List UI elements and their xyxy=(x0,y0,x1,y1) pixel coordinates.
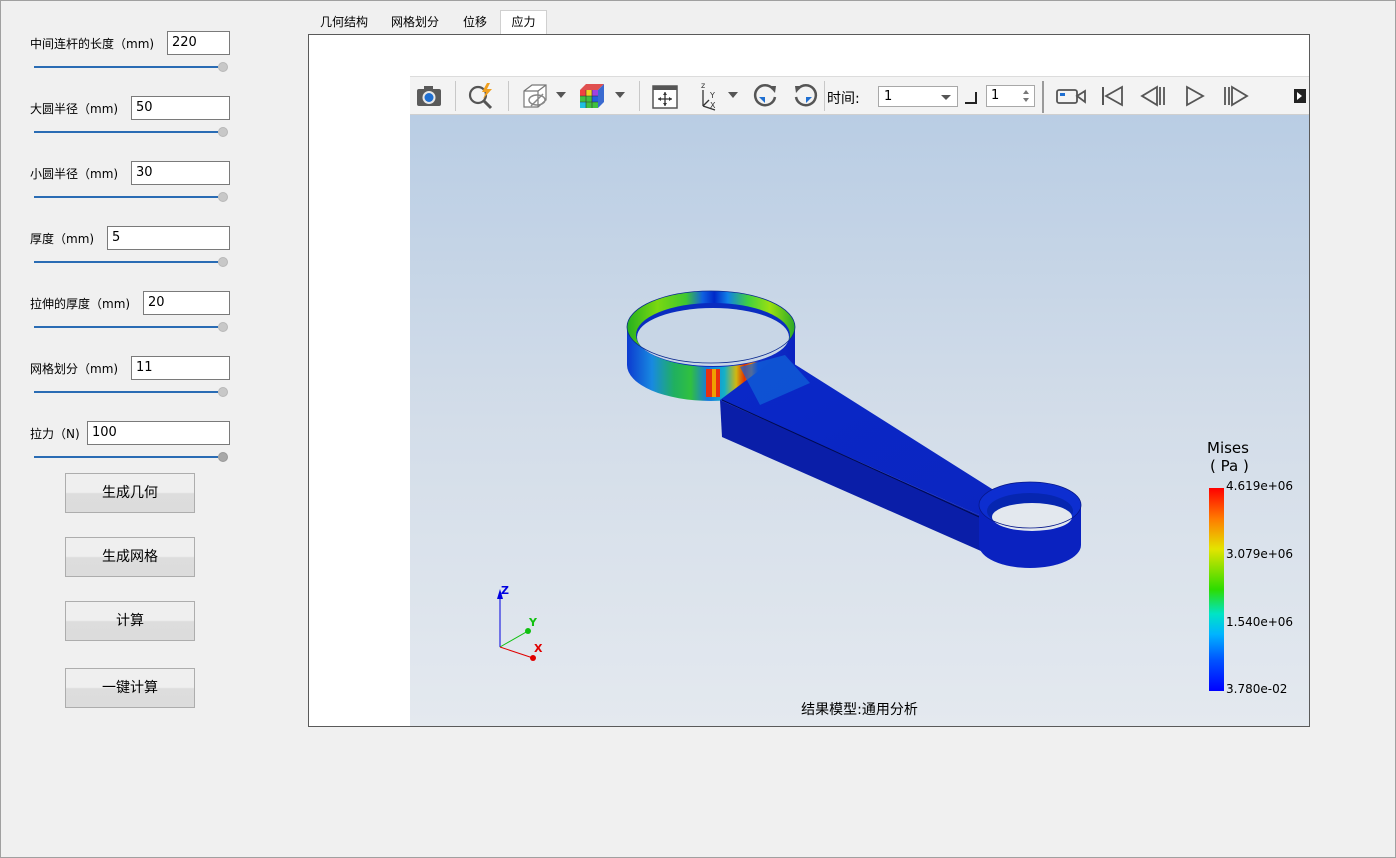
result-caption: 结果模型:通用分析 xyxy=(801,702,918,718)
slider-handle[interactable] xyxy=(218,322,228,332)
viewer-toolbar: z Y X 时间: 1 1 xyxy=(410,76,1309,115)
axes-view-icon[interactable]: z Y X xyxy=(693,80,725,112)
rotate-cw-icon[interactable] xyxy=(790,80,822,112)
small-radius-label: 小圆半径（mm) xyxy=(30,167,119,181)
one-click-compute-button[interactable]: 一键计算 xyxy=(65,668,195,708)
rod-length-input[interactable]: 220 xyxy=(167,31,230,55)
legend-value-2: 3.079e+06 xyxy=(1226,547,1294,561)
slider-track xyxy=(34,326,218,328)
camera-icon[interactable] xyxy=(413,80,445,112)
legend-colorbar xyxy=(1209,488,1224,691)
svg-text:Y: Y xyxy=(709,91,715,100)
tab-mesh[interactable]: 网格划分 xyxy=(383,11,447,34)
slider-handle[interactable] xyxy=(218,257,228,267)
small-radius-slider[interactable] xyxy=(34,192,228,202)
thickness-input[interactable]: 5 xyxy=(107,226,230,250)
toolbar-separator xyxy=(508,81,509,111)
compute-button[interactable]: 计算 xyxy=(65,601,195,641)
toolbar-separator xyxy=(824,81,825,111)
axes-dropdown-arrow[interactable] xyxy=(728,92,738,98)
extrude-thickness-input[interactable]: 20 xyxy=(143,291,230,315)
force-slider[interactable] xyxy=(34,452,228,462)
big-radius-slider[interactable] xyxy=(34,127,228,137)
toolbar-separator xyxy=(1042,81,1044,113)
svg-text:X: X xyxy=(710,101,716,110)
axis-x-label: X xyxy=(534,642,543,655)
tab-stress[interactable]: 应力 xyxy=(500,10,547,35)
video-record-icon[interactable] xyxy=(1055,80,1087,112)
slider-track xyxy=(34,66,218,68)
cube-visibility-icon[interactable] xyxy=(518,80,550,112)
time-label: 时间: xyxy=(827,91,860,107)
slider-handle[interactable] xyxy=(218,192,228,202)
mesh-size-label: 网格划分（mm) xyxy=(30,362,119,376)
generate-geometry-button[interactable]: 生成几何 xyxy=(65,473,195,513)
extrude-thickness-slider[interactable] xyxy=(34,322,228,332)
svg-text:z: z xyxy=(701,81,705,90)
legend-value-3: 1.540e+06 xyxy=(1226,615,1294,629)
play-icon[interactable] xyxy=(1179,80,1211,112)
next-frame-icon[interactable] xyxy=(1220,80,1252,112)
step-corner-icon xyxy=(965,92,977,104)
slider-handle[interactable] xyxy=(218,62,228,72)
small-radius-input[interactable]: 30 xyxy=(131,161,230,185)
big-radius-input[interactable]: 50 xyxy=(131,96,230,120)
tab-displacement[interactable]: 位移 xyxy=(454,11,496,34)
slider-handle[interactable] xyxy=(218,127,228,137)
step-spinbox[interactable]: 1 xyxy=(986,85,1035,107)
toolbar-separator xyxy=(455,81,456,111)
step-spinbox-value: 1 xyxy=(991,88,1000,103)
previous-frame-icon[interactable] xyxy=(1137,80,1169,112)
rod-length-slider[interactable] xyxy=(34,62,228,72)
slider-handle[interactable] xyxy=(218,452,228,462)
rotate-ccw-icon[interactable] xyxy=(749,80,781,112)
generate-mesh-button[interactable]: 生成网格 xyxy=(65,537,195,577)
slider-track xyxy=(34,196,218,198)
force-input[interactable]: 100 xyxy=(87,421,230,445)
legend-value-max: 4.619e+06 xyxy=(1226,479,1294,493)
legend-value-min: 3.780e-02 xyxy=(1226,682,1288,696)
fit-view-icon[interactable] xyxy=(649,80,681,112)
cube-dropdown-arrow[interactable] xyxy=(556,92,566,98)
force-label: 拉力（N) xyxy=(30,427,80,441)
thickness-label: 厚度（mm) xyxy=(30,232,95,246)
thickness-slider[interactable] xyxy=(34,257,228,267)
chevron-down-icon xyxy=(941,95,951,100)
spin-down-icon[interactable] xyxy=(1023,98,1029,102)
rod-length-label: 中间连杆的长度（mm) xyxy=(30,37,155,51)
model-viewport[interactable]: Z Y X Mises ( Pa ) 4.619e+06 3.079e+06 1… xyxy=(410,115,1309,726)
time-combo[interactable]: 1 xyxy=(878,86,958,107)
time-combo-value: 1 xyxy=(884,89,893,104)
tab-geometry[interactable]: 几何结构 xyxy=(312,11,376,34)
toolbar-overflow-icon[interactable] xyxy=(1294,89,1306,103)
color-map-icon[interactable] xyxy=(576,80,608,112)
color-map-dropdown-arrow[interactable] xyxy=(615,92,625,98)
big-radius-label: 大圆半径（mm) xyxy=(30,102,119,116)
legend-title: Mises xyxy=(1207,439,1249,457)
extrude-thickness-label: 拉伸的厚度（mm) xyxy=(30,297,131,311)
axis-triad: Z Y X xyxy=(497,584,543,661)
slider-track xyxy=(34,131,218,133)
slider-track xyxy=(34,391,218,393)
axis-y-label: Y xyxy=(528,616,538,629)
first-frame-icon[interactable] xyxy=(1096,80,1128,112)
mesh-size-slider[interactable] xyxy=(34,387,228,397)
zoom-fit-icon[interactable] xyxy=(465,80,497,112)
results-viewer: z Y X 时间: 1 1 Z Y X Mises (Pa) 4.619e+… xyxy=(410,76,1309,726)
slider-track xyxy=(34,261,218,263)
spin-up-icon[interactable] xyxy=(1023,90,1029,94)
mesh-size-input[interactable]: 11 xyxy=(131,356,230,380)
slider-handle[interactable] xyxy=(218,387,228,397)
legend-unit: ( Pa ) xyxy=(1210,457,1249,475)
axis-z-label: Z xyxy=(501,584,509,597)
toolbar-separator xyxy=(639,81,640,111)
slider-track xyxy=(34,456,218,458)
